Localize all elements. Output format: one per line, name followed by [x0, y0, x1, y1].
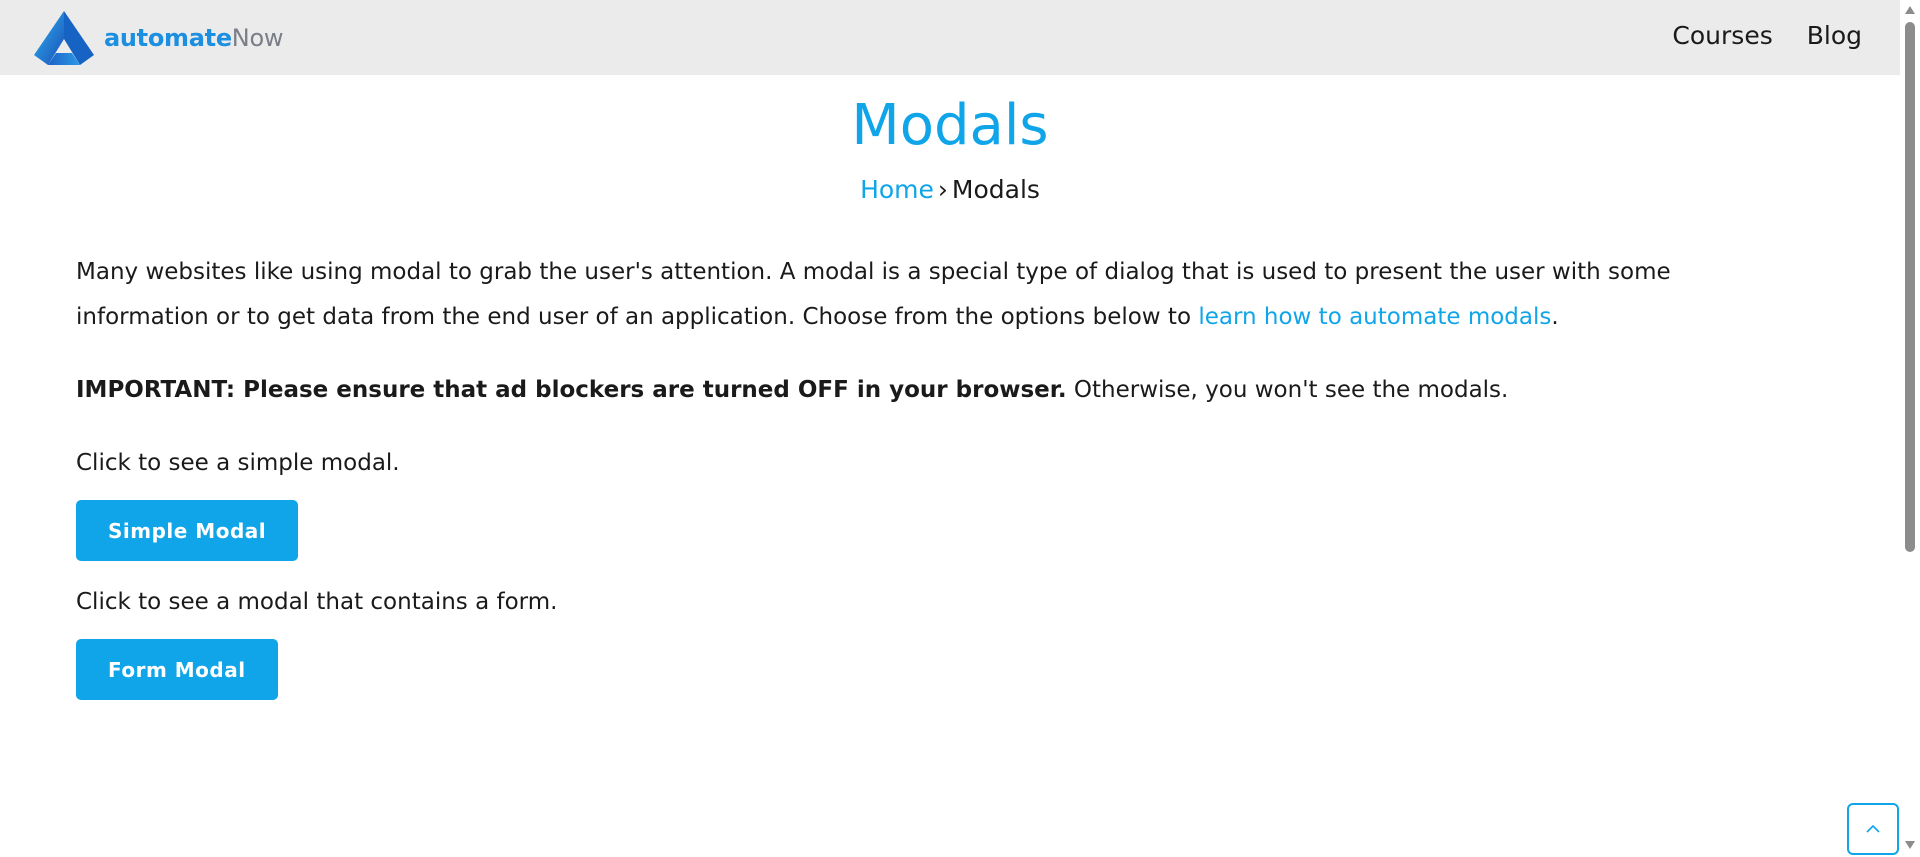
simple-modal-row: Simple Modal: [76, 500, 1716, 561]
breadcrumb-separator: ›: [937, 175, 948, 204]
vertical-scrollbar[interactable]: [1900, 0, 1920, 857]
learn-automate-modals-link[interactable]: learn how to automate modals: [1198, 304, 1551, 330]
scrollbar-thumb[interactable]: [1905, 22, 1915, 552]
breadcrumb: Home › Modals: [0, 174, 1900, 206]
breadcrumb-home-link[interactable]: Home: [860, 175, 934, 204]
scroll-down-arrow-icon[interactable]: [1905, 841, 1915, 849]
logo-text: automateNow: [104, 24, 283, 52]
main-nav: Courses Blog: [1672, 0, 1862, 70]
chevron-up-icon: [1866, 824, 1880, 833]
site-logo[interactable]: automateNow: [34, 10, 283, 66]
simple-modal-prompt: Click to see a simple modal.: [76, 450, 400, 476]
form-modal-prompt: Click to see a modal that contains a for…: [76, 589, 558, 615]
scroll-up-arrow-icon[interactable]: [1905, 6, 1915, 14]
page: automateNow Courses Blog Modals Home › Mod…: [0, 0, 1920, 857]
intro-paragraph: Many websites like using modal to grab t…: [76, 250, 1716, 340]
form-modal-button[interactable]: Form Modal: [76, 639, 278, 700]
main-content: Many websites like using modal to grab t…: [76, 250, 1716, 719]
logo-text-bold: automate: [104, 24, 232, 52]
logo-text-light: Now: [231, 24, 284, 52]
important-notice-rest: Otherwise, you won't see the modals.: [1066, 377, 1509, 403]
page-title: Modals: [851, 93, 1049, 158]
breadcrumb-current: Modals: [951, 175, 1040, 204]
nav-blog-link[interactable]: Blog: [1807, 21, 1862, 50]
form-modal-row: Form Modal: [76, 639, 1716, 700]
intro-end: .: [1551, 304, 1559, 330]
important-notice: IMPORTANT: Please ensure that ad blocker…: [76, 368, 1716, 413]
simple-modal-button[interactable]: Simple Modal: [76, 500, 299, 561]
site-header: automateNow Courses Blog: [0, 0, 1900, 75]
nav-courses-link[interactable]: Courses: [1672, 21, 1772, 50]
back-to-top-button[interactable]: [1847, 803, 1899, 855]
important-notice-bold: IMPORTANT: Please ensure that ad blocker…: [76, 377, 1067, 403]
automatenow-logo-icon: [34, 11, 94, 65]
